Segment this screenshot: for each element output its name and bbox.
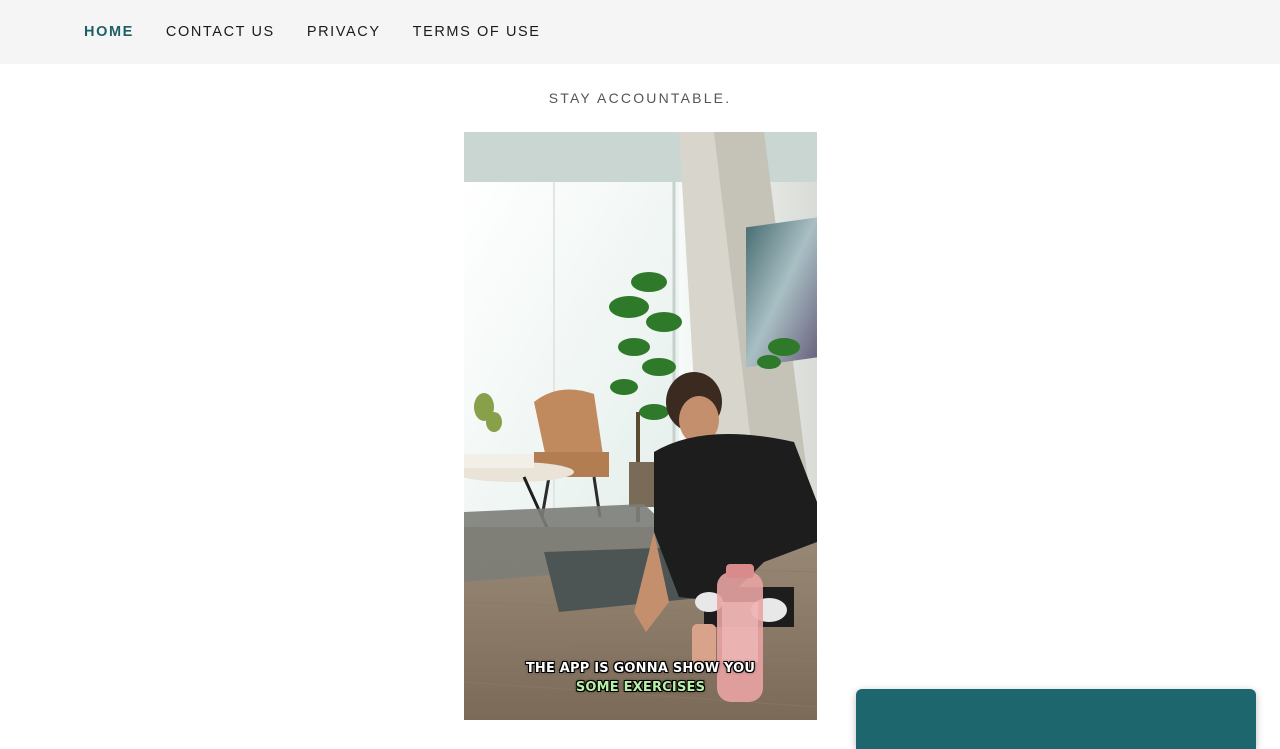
nav-home-link[interactable]: HOME	[84, 25, 134, 40]
promo-video[interactable]: THE APP IS GONNA SHOW YOU SOME EXERCISES	[464, 132, 817, 720]
page-tagline: STAY ACCOUNTABLE.	[548, 90, 732, 106]
nav-terms-link[interactable]: TERMS OF USE	[413, 25, 541, 40]
main-nav: HOME CONTACT US PRIVACY TERMS OF USE	[84, 0, 541, 64]
site-header: HOME CONTACT US PRIVACY TERMS OF USE	[0, 0, 1280, 64]
video-caption-line-2: SOME EXERCISES	[575, 680, 706, 695]
video-caption-line-1: THE APP IS GONNA SHOW YOU	[525, 661, 756, 676]
nav-contact-link[interactable]: CONTACT US	[166, 25, 275, 40]
chat-widget-panel[interactable]	[856, 689, 1256, 749]
video-frame-illustration	[464, 132, 817, 720]
nav-privacy-link[interactable]: PRIVACY	[307, 25, 381, 40]
